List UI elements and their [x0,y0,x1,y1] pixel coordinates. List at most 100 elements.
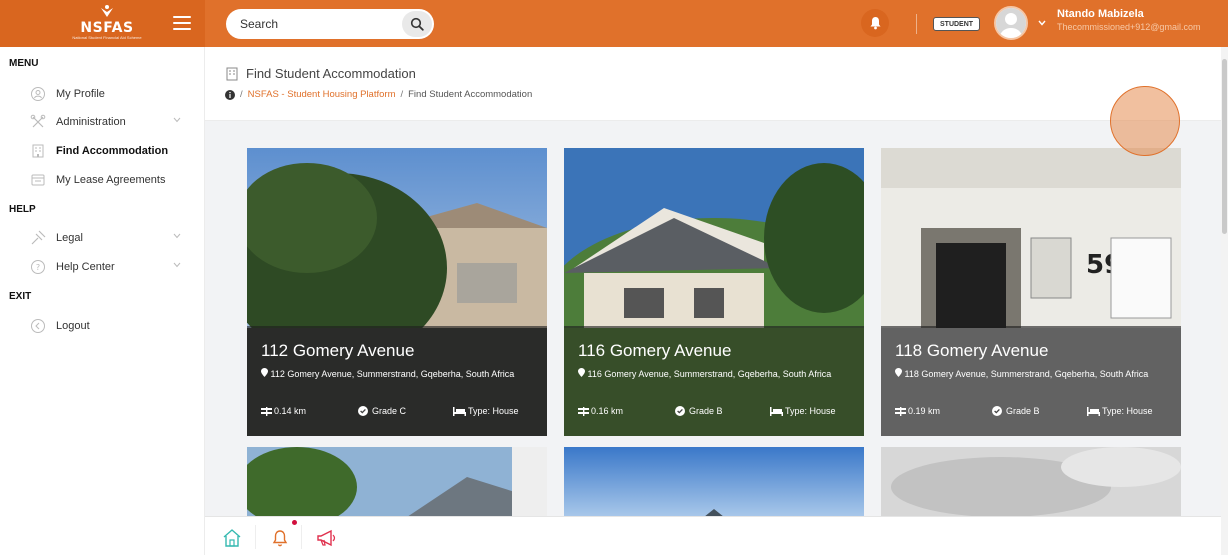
listing-meta: 0.19 km Grade B Type: House [895,406,1170,416]
svg-text:?: ? [36,263,40,272]
sidebar-item-label: My Profile [56,88,105,100]
listing-address: 112 Gomery Avenue, Summerstrand, Gqeberh… [261,368,529,381]
map-pin-icon [578,368,585,377]
signpost-icon [895,406,906,416]
listing-card[interactable] [564,447,864,517]
bed-icon [453,406,466,416]
listing-grade: Grade B [675,406,770,416]
listing-title[interactable]: 116 Gomery Avenue [578,341,731,361]
check-circle-icon [992,406,1002,416]
logo-tagline: National Student Financial Aid Scheme [72,35,142,40]
listing-type: Type: House [453,406,519,416]
listing-address: 118 Gomery Avenue, Summerstrand, Gqeberh… [895,368,1163,381]
listing-title[interactable]: 118 Gomery Avenue [895,341,1048,361]
user-avatar-icon [996,8,1026,38]
signpost-icon [261,406,272,416]
breadcrumb-link-home[interactable]: NSFAS - Student Housing Platform [248,89,396,100]
home-icon[interactable] [221,527,243,549]
check-circle-icon [675,406,685,416]
listing-card[interactable]: 116 Gomery Avenue 116 Gomery Avenue, Sum… [564,148,864,436]
sidebar-item-administration[interactable]: Administration [30,111,195,133]
sidebar-item-my-lease-agreements[interactable]: My Lease Agreements [30,169,195,191]
bell-icon[interactable] [269,527,291,549]
search-input[interactable] [240,16,390,32]
listing-overlay: 118 Gomery Avenue 118 Gomery Avenue, Sum… [881,326,1181,436]
document-icon [30,172,46,188]
topbar-divider [916,14,917,34]
sidebar-item-legal[interactable]: Legal [30,227,195,249]
listing-grade: Grade C [358,406,453,416]
listing-title[interactable]: 112 Gomery Avenue [261,341,414,361]
sidebar-item-logout[interactable]: Logout [30,315,195,337]
bottom-nav-divider [255,525,256,549]
bed-icon [770,406,783,416]
page-title-text: Find Student Accommodation [246,66,416,81]
page-header: Find Student Accommodation / NSFAS - Stu… [205,47,1221,121]
sidebar-item-label: Legal [56,232,83,244]
listing-meta: 0.16 km Grade B Type: House [578,406,853,416]
notifications-button[interactable] [861,9,889,37]
sidebar-item-help-center[interactable]: ? Help Center [30,256,195,278]
building-icon [30,143,46,159]
sidebar-item-label: Help Center [56,261,115,273]
page-scrollbar[interactable] [1221,47,1228,555]
logo-area: NSFAS National Student Financial Aid Sch… [0,0,205,47]
nsfas-logo[interactable]: NSFAS National Student Financial Aid Sch… [70,4,144,44]
scrollbar-thumb[interactable] [1222,59,1227,234]
user-menu-chevron-down-icon[interactable] [1038,18,1046,28]
map-pin-icon [895,368,902,377]
property-photo [247,447,547,517]
sidebar-section-help: HELP [9,204,36,215]
user-email: Thecommissioned+912@gmail.com [1057,22,1201,32]
listing-address: 116 Gomery Avenue, Summerstrand, Gqeberh… [578,368,846,381]
tools-icon [30,114,46,130]
user-circle-icon [30,86,46,102]
sidebar-section-menu: MENU [9,58,39,69]
hamburger-menu-icon[interactable] [173,16,191,30]
logout-icon [30,318,46,334]
listing-distance: 0.16 km [578,406,675,416]
listing-type: Type: House [1087,406,1153,416]
listing-card[interactable] [881,447,1181,517]
sidebar-item-label: Administration [56,116,126,128]
listing-distance: 0.19 km [895,406,992,416]
map-pin-icon [261,368,268,377]
listing-overlay: 112 Gomery Avenue 112 Gomery Avenue, Sum… [247,326,547,436]
page-title: Find Student Accommodation [225,66,416,81]
search-button[interactable] [402,11,432,37]
search-icon [410,17,424,31]
bell-icon [870,17,880,30]
check-circle-icon [358,406,368,416]
listing-card[interactable] [247,447,547,517]
listing-card[interactable]: 112 Gomery Avenue 112 Gomery Avenue, Sum… [247,148,547,436]
avatar[interactable] [994,6,1028,40]
listing-meta: 0.14 km Grade C Type: House [261,406,536,416]
megaphone-icon[interactable] [315,527,337,549]
breadcrumb-current: Find Student Accommodation [408,89,533,100]
listing-grade: Grade B [992,406,1087,416]
user-name[interactable]: Ntando Mabizela [1057,8,1144,20]
click-indicator [1110,86,1180,156]
chevron-down-icon [173,117,181,123]
bottom-nav-divider [301,525,302,549]
role-badge: STUDENT [933,17,981,31]
info-circle-icon [225,89,235,100]
question-circle-icon: ? [30,259,46,275]
gavel-icon [30,230,46,246]
sidebar-item-my-profile[interactable]: My Profile [30,83,195,105]
chevron-down-icon [173,262,181,268]
sidebar: MENU My Profile Administration Find Acco… [0,47,205,555]
sidebar-item-find-accommodation[interactable]: Find Accommodation [30,140,195,162]
bed-icon [1087,406,1100,416]
sidebar-item-label: Find Accommodation [56,145,169,157]
bottom-nav [205,516,1221,555]
notification-dot [292,520,297,525]
property-photo [564,447,864,517]
logo-text: NSFAS [80,20,134,36]
sidebar-item-label: Logout [56,320,90,332]
listing-overlay: 116 Gomery Avenue 116 Gomery Avenue, Sum… [564,326,864,436]
search-bar [226,9,434,39]
listing-card[interactable]: 59 118 Gomery Avenue 118 Gomery Avenue, … [881,148,1181,436]
listing-distance: 0.14 km [261,406,358,416]
signpost-icon [578,406,589,416]
